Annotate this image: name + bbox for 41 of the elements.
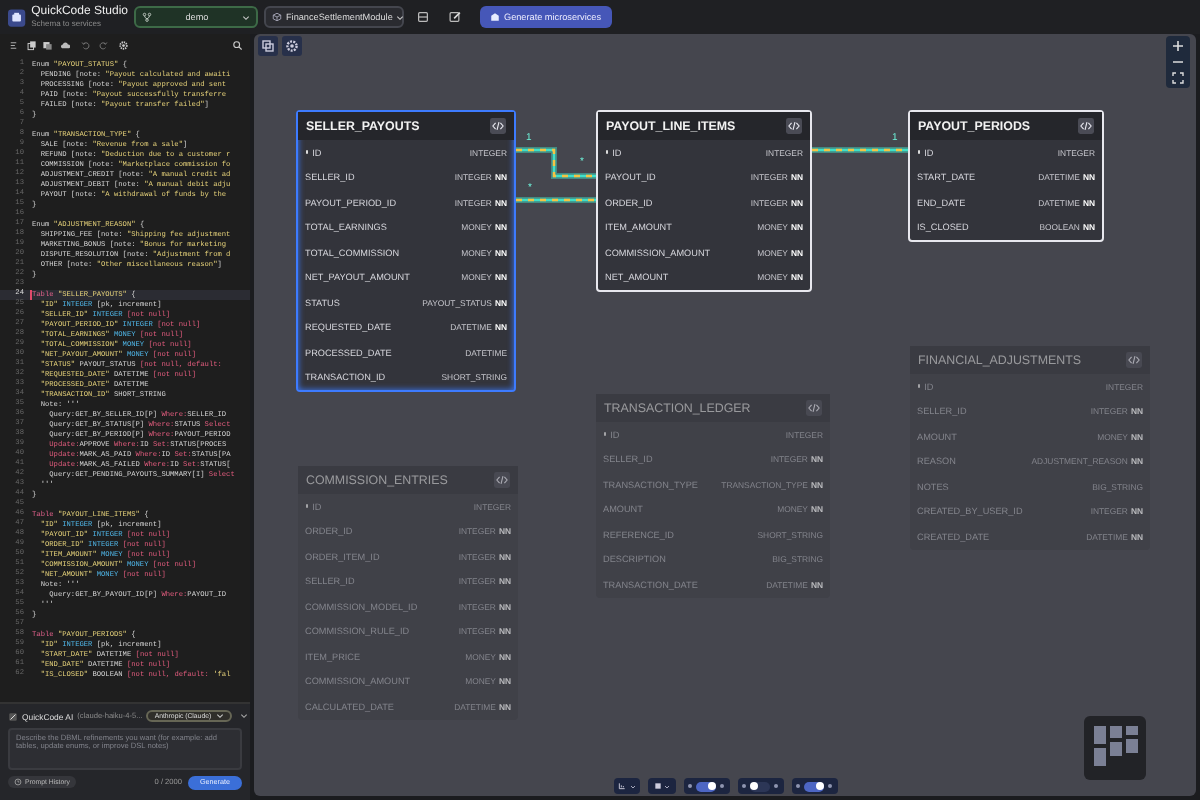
cloud-icon[interactable] [59, 40, 70, 52]
paste-icon[interactable] [42, 40, 53, 52]
settings-icon[interactable] [118, 40, 129, 52]
code-icon[interactable] [1078, 118, 1094, 134]
relationship-connector [516, 197, 596, 203]
code-icon[interactable] [786, 118, 802, 134]
undo-icon[interactable] [80, 40, 91, 52]
copy-icon[interactable] [25, 40, 36, 52]
layout-dropdown[interactable] [613, 778, 640, 794]
toggle-switch[interactable] [791, 778, 837, 794]
view-dropdown[interactable] [648, 778, 675, 794]
zoom-in-icon[interactable] [1170, 38, 1186, 54]
code-icon[interactable] [490, 118, 506, 134]
clock-icon [14, 778, 22, 786]
toggle-switch[interactable] [737, 778, 783, 794]
caret-icon [215, 712, 224, 720]
chart-icon [618, 782, 626, 790]
relationship-connector [516, 147, 596, 179]
code-icon[interactable] [806, 400, 822, 416]
auto-layout-icon[interactable] [258, 36, 278, 56]
cube-icon [272, 12, 282, 22]
fit-view-icon[interactable] [1170, 70, 1186, 86]
branch-icon [142, 12, 152, 22]
table-card[interactable] [296, 110, 516, 392]
toggle-switch[interactable] [683, 778, 729, 794]
caret-icon [396, 13, 405, 21]
code-icon[interactable] [1126, 352, 1142, 368]
search-icon[interactable] [231, 40, 242, 52]
grid-icon [653, 782, 661, 790]
redo-icon[interactable] [97, 40, 108, 52]
edit-icon[interactable] [448, 10, 462, 24]
text-cursor [29, 290, 31, 300]
app-logo-icon [8, 7, 26, 27]
relationship-connector [812, 147, 908, 153]
caret-icon [242, 13, 250, 21]
chevron-icon[interactable] [239, 712, 248, 720]
settings-icon[interactable] [282, 36, 302, 56]
layout-icon[interactable] [416, 10, 430, 24]
format-icon[interactable] [8, 40, 19, 52]
code-icon[interactable] [494, 472, 510, 488]
minimap[interactable] [1084, 716, 1146, 780]
